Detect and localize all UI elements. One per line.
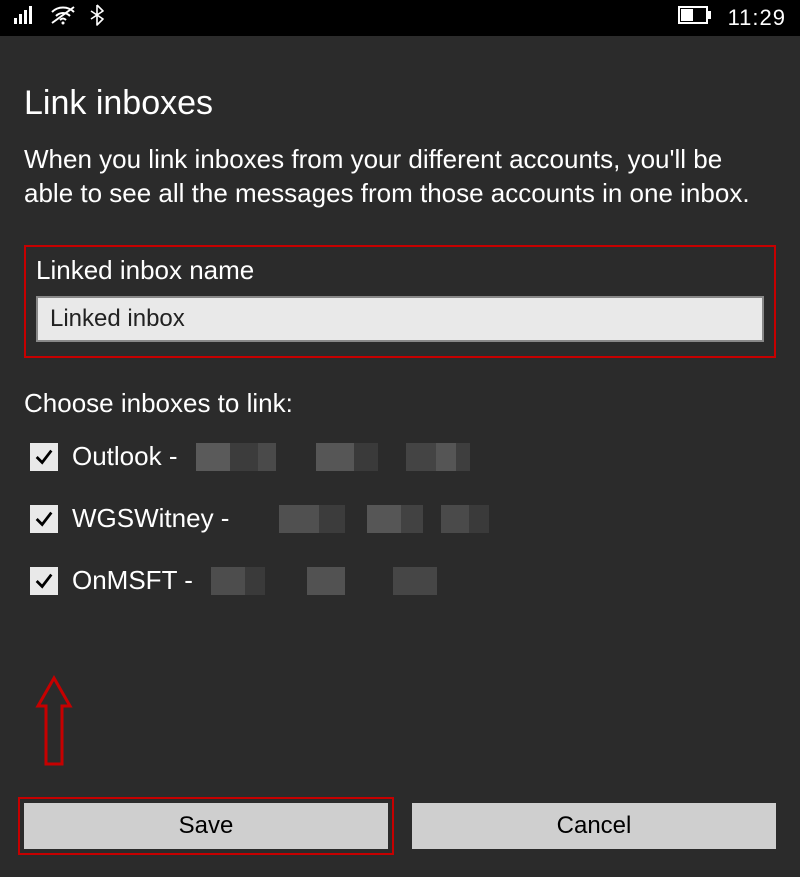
inbox-item-outlook[interactable]: Outlook - bbox=[30, 441, 776, 473]
status-bar: 11:29 bbox=[0, 0, 800, 36]
save-button[interactable]: Save bbox=[24, 803, 388, 849]
inbox-label: Outlook - bbox=[72, 441, 178, 472]
battery-icon bbox=[678, 6, 712, 30]
page-description: When you link inboxes from your differen… bbox=[24, 143, 776, 211]
inbox-label: OnMSFT - bbox=[72, 565, 193, 596]
checkbox-icon[interactable] bbox=[30, 505, 58, 533]
inbox-label: WGSWitney - bbox=[72, 503, 229, 534]
page-title: Link inboxes bbox=[24, 84, 776, 123]
linked-inbox-name-group: Linked inbox name bbox=[24, 245, 776, 358]
checkbox-icon[interactable] bbox=[30, 567, 58, 595]
annotation-arrow-icon bbox=[32, 674, 76, 775]
linked-inbox-name-label: Linked inbox name bbox=[36, 255, 764, 286]
inbox-item-onmsft[interactable]: OnMSFT - bbox=[30, 565, 776, 597]
signal-icon bbox=[14, 6, 36, 30]
inbox-list: Outlook - WGSWitney - bbox=[24, 441, 776, 597]
checkbox-icon[interactable] bbox=[30, 443, 58, 471]
redacted-email bbox=[279, 505, 489, 533]
clock-text: 11:29 bbox=[728, 5, 786, 31]
redacted-email bbox=[196, 443, 470, 471]
redacted-email bbox=[211, 567, 437, 595]
choose-inboxes-label: Choose inboxes to link: bbox=[24, 388, 776, 419]
linked-inbox-name-input[interactable] bbox=[36, 296, 764, 342]
wifi-icon bbox=[50, 5, 76, 31]
inbox-item-wgswitney[interactable]: WGSWitney - bbox=[30, 503, 776, 535]
cancel-button[interactable]: Cancel bbox=[412, 803, 776, 849]
bluetooth-icon bbox=[90, 4, 104, 32]
